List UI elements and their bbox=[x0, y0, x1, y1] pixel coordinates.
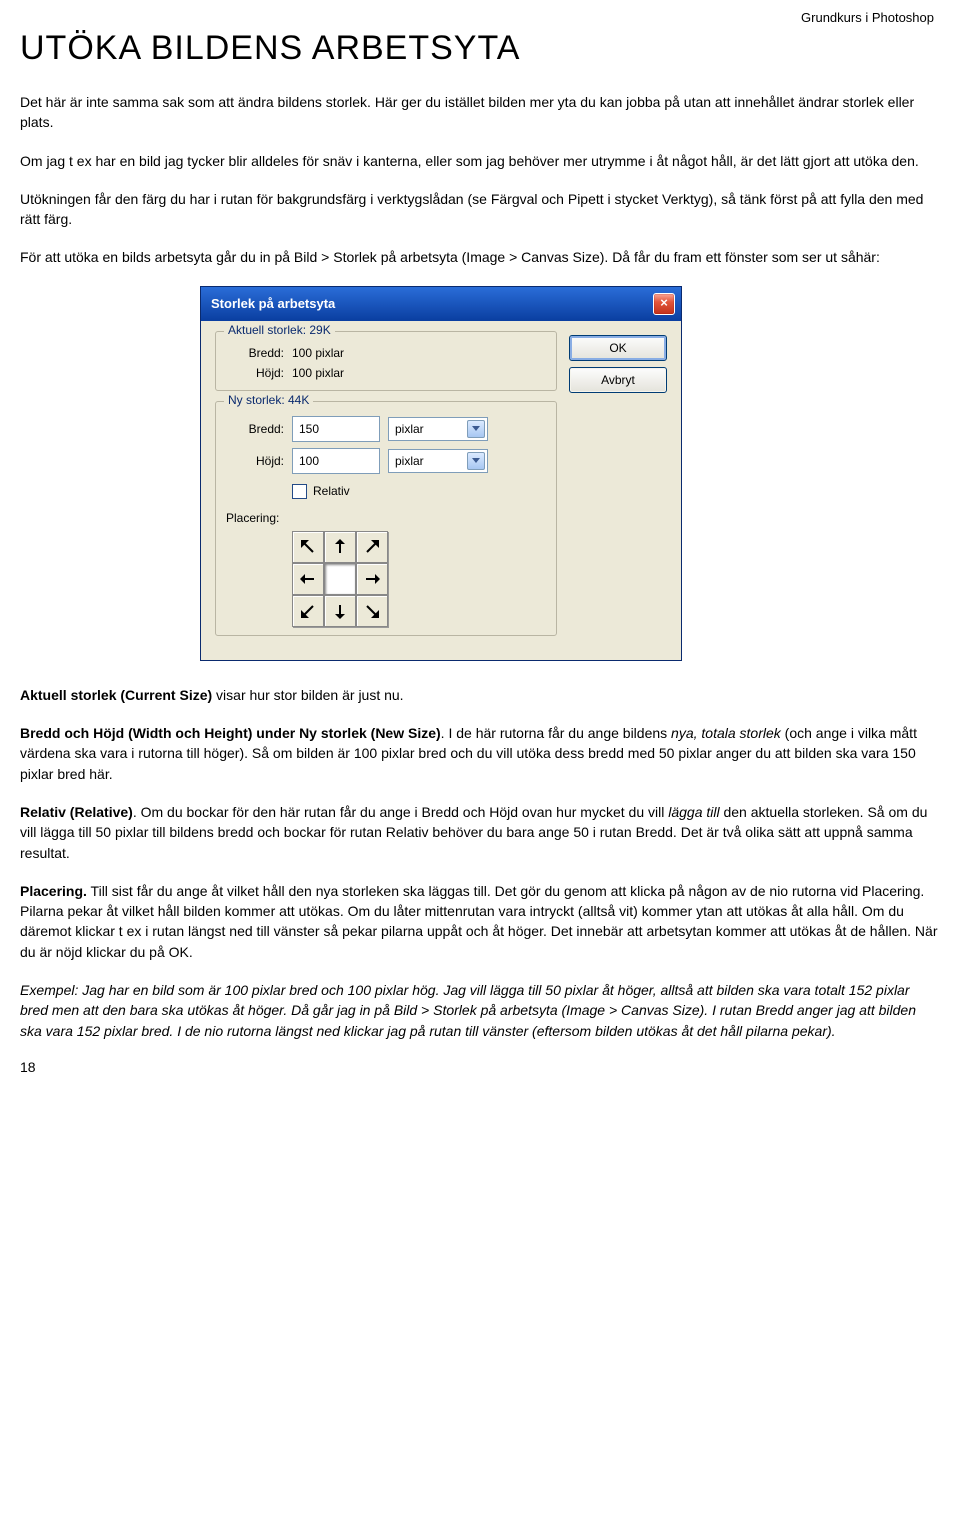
term-width-height: Bredd och Höjd (Width och Height) under … bbox=[20, 725, 441, 741]
anchor-bottom-right[interactable] bbox=[356, 595, 388, 627]
cancel-button[interactable]: Avbryt bbox=[569, 367, 667, 393]
body-paragraph: Relativ (Relative). Om du bockar för den… bbox=[20, 802, 940, 863]
anchor-top[interactable] bbox=[324, 531, 356, 563]
page-title: UTÖKA BILDENS ARBETSYTA bbox=[20, 29, 940, 68]
doc-header: Grundkurs i Photoshop bbox=[20, 10, 934, 25]
width-unit-combo[interactable]: pixlar bbox=[388, 417, 488, 441]
new-width-label: Bredd: bbox=[226, 422, 284, 436]
height-unit-value: pixlar bbox=[395, 454, 424, 468]
ok-button[interactable]: OK bbox=[569, 335, 667, 361]
anchor-bottom-left[interactable] bbox=[292, 595, 324, 627]
close-button[interactable]: × bbox=[653, 293, 675, 315]
anchor-left[interactable] bbox=[292, 563, 324, 595]
relative-checkbox[interactable] bbox=[292, 484, 307, 499]
body-paragraph: Om jag t ex har en bild jag tycker blir … bbox=[20, 151, 940, 171]
body-paragraph: För att utöka en bilds arbetsyta går du … bbox=[20, 247, 940, 267]
new-height-label: Höjd: bbox=[226, 454, 284, 468]
anchor-grid bbox=[292, 531, 546, 625]
dialog-title: Storlek på arbetsyta bbox=[211, 296, 335, 311]
width-unit-value: pixlar bbox=[395, 422, 424, 436]
height-unit-combo[interactable]: pixlar bbox=[388, 449, 488, 473]
chevron-down-icon bbox=[467, 420, 485, 438]
current-width-label: Bredd: bbox=[226, 346, 284, 360]
term-current-size: Aktuell storlek (Current Size) bbox=[20, 687, 212, 703]
body-paragraph: Utökningen får den färg du har i rutan f… bbox=[20, 189, 940, 230]
canvas-size-dialog: Storlek på arbetsyta × Aktuell storlek: … bbox=[200, 286, 682, 661]
relative-label: Relativ bbox=[313, 484, 350, 498]
chevron-down-icon bbox=[467, 452, 485, 470]
new-size-legend: Ny storlek: 44K bbox=[224, 393, 313, 407]
close-icon: × bbox=[660, 295, 668, 310]
new-size-group: Ny storlek: 44K Bredd: pixlar Höjd: bbox=[215, 401, 557, 636]
current-height-value: 100 pixlar bbox=[292, 366, 344, 380]
current-height-label: Höjd: bbox=[226, 366, 284, 380]
term-placement: Placering. bbox=[20, 883, 87, 899]
term-relative: Relativ (Relative) bbox=[20, 804, 133, 820]
anchor-right[interactable] bbox=[356, 563, 388, 595]
new-width-input[interactable] bbox=[292, 416, 380, 442]
current-size-group: Aktuell storlek: 29K Bredd: 100 pixlar H… bbox=[215, 331, 557, 391]
body-paragraph: Placering. Till sist får du ange åt vilk… bbox=[20, 881, 940, 962]
body-paragraph: Det här är inte samma sak som att ändra … bbox=[20, 92, 940, 133]
anchor-center[interactable] bbox=[324, 563, 356, 595]
example-paragraph: Exempel: Jag har en bild som är 100 pixl… bbox=[20, 980, 940, 1041]
page-number: 18 bbox=[20, 1059, 940, 1075]
placement-label: Placering: bbox=[226, 511, 546, 525]
anchor-bottom[interactable] bbox=[324, 595, 356, 627]
anchor-top-right[interactable] bbox=[356, 531, 388, 563]
anchor-top-left[interactable] bbox=[292, 531, 324, 563]
body-paragraph: Bredd och Höjd (Width och Height) under … bbox=[20, 723, 940, 784]
current-width-value: 100 pixlar bbox=[292, 346, 344, 360]
current-size-legend: Aktuell storlek: 29K bbox=[224, 323, 335, 337]
body-paragraph: Aktuell storlek (Current Size) visar hur… bbox=[20, 685, 940, 705]
new-height-input[interactable] bbox=[292, 448, 380, 474]
dialog-titlebar[interactable]: Storlek på arbetsyta × bbox=[201, 287, 681, 321]
